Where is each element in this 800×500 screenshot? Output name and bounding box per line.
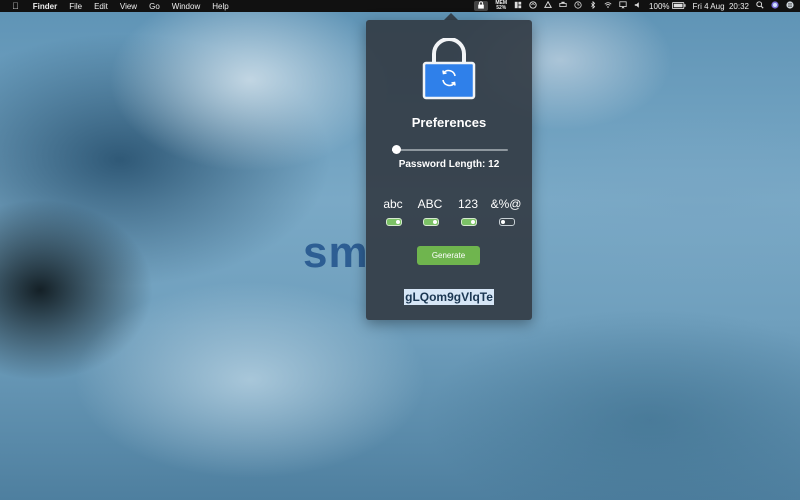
option-uppercase-label: ABC	[417, 197, 443, 211]
password-generator-popover: Preferences Password Length: 12 abc ABC …	[366, 20, 532, 320]
wifi-icon[interactable]	[604, 1, 612, 11]
toggle-lowercase[interactable]	[386, 218, 402, 226]
menu-go[interactable]: Go	[149, 2, 160, 11]
status-area: MEM 52% 100% Fri 4 Aug 20:32	[467, 0, 794, 12]
toggle-symbols[interactable]	[499, 218, 515, 226]
generated-password[interactable]: gLQom9gVlqTe	[366, 288, 532, 306]
menu-view[interactable]: View	[120, 2, 137, 11]
search-icon[interactable]	[756, 1, 764, 11]
menu-file[interactable]: File	[69, 2, 82, 11]
menu-help[interactable]: Help	[212, 2, 228, 11]
slider-knob[interactable]	[391, 145, 401, 154]
menu-app-name[interactable]: Finder	[33, 2, 57, 11]
menu-window[interactable]: Window	[172, 2, 200, 11]
printer-icon[interactable]	[559, 1, 567, 11]
clock-icon[interactable]	[574, 1, 582, 11]
volume-icon[interactable]	[634, 1, 642, 11]
grid-icon[interactable]	[514, 1, 522, 11]
menu-bar:  Finder File Edit View Go Window Help M…	[0, 0, 800, 12]
drive-icon[interactable]	[544, 1, 553, 11]
airplay-icon[interactable]	[619, 1, 627, 11]
option-symbols-label: &%@	[490, 197, 522, 211]
popover-arrow	[444, 13, 458, 20]
generate-button[interactable]: Generate	[417, 246, 480, 265]
toggle-digits[interactable]	[461, 218, 477, 226]
password-length-slider[interactable]	[391, 145, 508, 154]
preferences-title: Preferences	[411, 115, 487, 130]
apple-icon[interactable]: 	[12, 1, 19, 11]
memory-value: 52%	[496, 5, 507, 11]
lock-refresh-icon	[422, 38, 476, 100]
memory-indicator[interactable]: MEM 52%	[495, 1, 507, 11]
option-digits-label: 123	[457, 197, 479, 211]
clock-datetime[interactable]: Fri 4 Aug 20:32	[693, 2, 749, 11]
battery-icon[interactable]	[671, 1, 686, 11]
backup-icon[interactable]	[529, 1, 537, 11]
siri-icon[interactable]	[771, 1, 779, 11]
desktop-background-text: sm	[303, 228, 369, 277]
menu-edit[interactable]: Edit	[94, 2, 108, 11]
notifications-icon[interactable]	[786, 1, 794, 11]
option-lowercase-label: abc	[383, 197, 403, 211]
password-length-label: Password Length: 12	[398, 159, 500, 170]
generated-password-text[interactable]: gLQom9gVlqTe	[404, 289, 494, 305]
toggle-uppercase[interactable]	[423, 218, 439, 226]
lock-icon[interactable]	[474, 1, 489, 11]
battery-percentage[interactable]: 100%	[649, 2, 669, 11]
bluetooth-icon[interactable]	[589, 1, 597, 11]
